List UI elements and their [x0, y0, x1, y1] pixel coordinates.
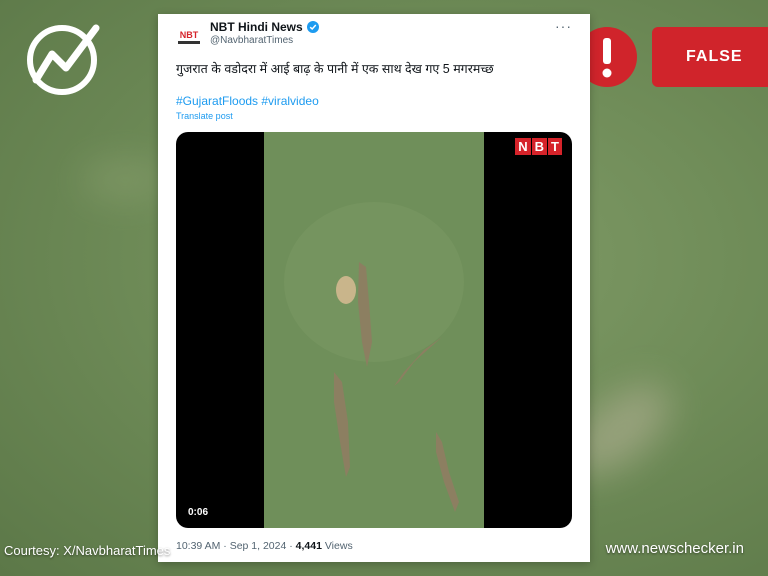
verified-icon: [306, 21, 319, 33]
hashtags-link[interactable]: #GujaratFloods #viralvideo: [176, 94, 319, 108]
background-blur: [80, 160, 170, 200]
newschecker-logo: [27, 24, 100, 95]
video-player[interactable]: N B T 0:06: [176, 132, 572, 528]
avatar[interactable]: NBT: [176, 24, 202, 50]
courtesy-caption: Courtesy: X/NavbharatTimes: [4, 543, 171, 558]
account-name[interactable]: NBT Hindi News: [210, 20, 319, 34]
post-metadata: 10:39 AM · Sep 1, 2024 · 4,441 Views: [176, 540, 353, 552]
post-card: NBT NBT Hindi News @NavbharatTimes ··· ग…: [158, 14, 590, 562]
views-count: 4,441: [295, 540, 322, 552]
nbt-watermark: N B T: [515, 138, 562, 155]
site-url: www.newschecker.in: [605, 540, 744, 557]
video-frame: [264, 132, 484, 528]
verdict-label: FALSE: [686, 48, 743, 65]
svg-text:NBT: NBT: [180, 30, 199, 40]
watermark-letter: N: [515, 138, 531, 155]
post-time[interactable]: 10:39 AM · Sep 1, 2024 ·: [176, 540, 296, 552]
account-name-text[interactable]: NBT Hindi News: [210, 20, 303, 34]
translate-post-link[interactable]: Translate post: [176, 111, 233, 121]
watermark-letter: B: [531, 138, 548, 155]
views-label: Views: [321, 540, 353, 552]
video-timestamp: 0:06: [188, 507, 209, 518]
watermark-letter: T: [548, 138, 562, 155]
verdict-badge: FALSE: [652, 27, 768, 87]
account-handle[interactable]: @NavbharatTimes: [210, 35, 293, 46]
crocodiles-image: [284, 202, 464, 512]
more-options-icon[interactable]: ···: [555, 18, 572, 34]
post-text: गुजरात के वडोदरा में आई बाढ़ के पानी में…: [176, 62, 494, 76]
